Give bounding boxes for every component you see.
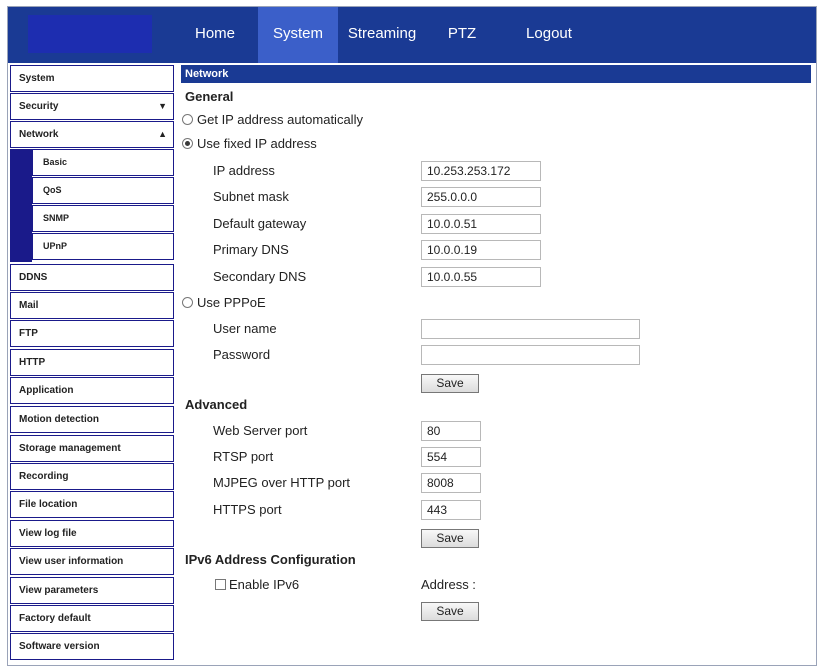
sidebar: System Security ▼ Network ▲ Basic QoS SNMP… [8,65,176,665]
sidebar-subitem-snmp[interactable]: SNMP [32,205,174,232]
https-port-field[interactable]: 443 [421,500,481,520]
pppoe-password-field[interactable] [421,345,640,365]
rtsp-port-field[interactable]: 554 [421,447,481,467]
sidebar-item-label: Recording [19,471,69,482]
sidebar-item-view-user-information[interactable]: View user information [10,548,174,575]
save-ipv6-button[interactable]: Save [421,602,479,621]
tab-system[interactable]: System [258,7,338,63]
sidebar-item-ftp[interactable]: FTP [10,320,174,347]
radio-unchecked-icon [182,297,193,308]
sidebar-subitem-basic[interactable]: Basic [32,149,174,176]
sidebar-subitem-label: QoS [43,185,62,195]
sidebar-item-label: Security [19,101,59,112]
general-heading: General [185,89,234,104]
sidebar-subitem-label: Basic [43,157,68,167]
secondary-dns-field[interactable]: 10.0.0.55 [421,267,541,287]
sidebar-item-label: HTTP [19,357,46,368]
tab-home[interactable]: Home [184,7,246,63]
chevron-down-icon: ▼ [158,101,167,111]
radio-use-pppoe[interactable]: Use PPPoE [182,295,266,310]
sidebar-item-label: View log file [19,528,77,539]
sidebar-subitem-upnp[interactable]: UPnP [32,233,174,260]
web-server-port-label: Web Server port [213,423,308,438]
main-content: Network General Get IP address automatic… [181,65,811,665]
sidebar-item-label: Motion detection [19,414,99,425]
sidebar-item-label: Storage management [19,443,121,454]
sidebar-item-ddns[interactable]: DDNS [10,264,174,291]
save-advanced-button[interactable]: Save [421,529,479,548]
mjpeg-http-port-label: MJPEG over HTTP port [213,475,351,490]
secondary-dns-label: Secondary DNS [213,269,307,284]
sidebar-item-storage-management[interactable]: Storage management [10,435,174,462]
ip-address-label: IP address [213,163,275,178]
sidebar-item-label: Software version [19,641,100,652]
radio-label: Use PPPoE [197,295,266,310]
enable-ipv6-checkbox[interactable]: Enable IPv6 [215,577,299,592]
tab-logout[interactable]: Logout [518,7,580,63]
advanced-heading: Advanced [185,397,248,412]
pppoe-user-name-field[interactable] [421,319,640,339]
sidebar-item-file-location[interactable]: File location [10,491,174,518]
submenu-indent-bar [10,149,32,262]
sidebar-item-http[interactable]: HTTP [10,349,174,376]
default-gateway-field[interactable]: 10.0.0.51 [421,214,541,234]
chevron-up-icon: ▲ [158,129,167,139]
primary-dns-field[interactable]: 10.0.0.19 [421,240,541,260]
sidebar-subitem-label: UPnP [43,241,68,251]
checkbox-unchecked-icon [215,579,226,590]
sidebar-subitem-label: SNMP [43,213,70,223]
sidebar-item-system[interactable]: System [10,65,174,92]
radio-checked-icon [182,138,193,149]
radio-label: Use fixed IP address [197,136,317,151]
sidebar-item-factory-default[interactable]: Factory default [10,605,174,632]
sidebar-item-network[interactable]: Network ▲ [10,121,174,148]
sidebar-item-label: Network [19,129,59,140]
sidebar-item-label: FTP [19,328,38,339]
subnet-mask-label: Subnet mask [213,189,289,204]
sidebar-item-view-parameters[interactable]: View parameters [10,577,174,604]
checkbox-label: Enable IPv6 [229,577,300,592]
sidebar-item-software-version[interactable]: Software version [10,633,174,660]
sidebar-item-motion-detection[interactable]: Motion detection [10,406,174,433]
sidebar-item-label: Factory default [19,613,91,624]
mjpeg-http-port-field[interactable]: 8008 [421,473,481,493]
subnet-mask-field[interactable]: 255.0.0.0 [421,187,541,207]
sidebar-item-security[interactable]: Security ▼ [10,93,174,120]
sidebar-item-recording[interactable]: Recording [10,463,174,490]
app-frame: Home System Streaming PTZ Logout System … [7,6,817,666]
save-general-button[interactable]: Save [421,374,479,393]
sidebar-item-label: Application [19,385,74,396]
user-name-label: User name [213,321,277,336]
sidebar-item-application[interactable]: Application [10,377,174,404]
radio-get-ip-automatically[interactable]: Get IP address automatically [182,112,363,127]
sidebar-item-label: Mail [19,300,39,311]
radio-unchecked-icon [182,114,193,125]
sidebar-item-label: File location [19,499,78,510]
https-port-label: HTTPS port [213,502,282,517]
password-label: Password [213,347,271,362]
sidebar-item-label: View parameters [19,585,99,596]
radio-use-fixed-ip[interactable]: Use fixed IP address [182,136,317,151]
web-server-port-field[interactable]: 80 [421,421,481,441]
ipv6-address-label: Address : [421,577,476,592]
ip-address-field[interactable]: 10.253.253.172 [421,161,541,181]
sidebar-item-view-log-file[interactable]: View log file [10,520,174,547]
sidebar-item-label: View user information [19,556,124,567]
tab-ptz[interactable]: PTZ [440,7,484,63]
sidebar-subitem-qos[interactable]: QoS [32,177,174,204]
ipv6-heading: IPv6 Address Configuration [185,552,356,567]
radio-label: Get IP address automatically [197,112,363,127]
default-gateway-label: Default gateway [213,216,307,231]
top-nav-bar: Home System Streaming PTZ Logout [8,7,816,63]
sidebar-item-mail[interactable]: Mail [10,292,174,319]
primary-dns-label: Primary DNS [213,242,289,257]
sidebar-item-label: System [19,73,55,84]
section-title: Network [181,65,811,83]
logo [28,15,152,53]
rtsp-port-label: RTSP port [213,449,274,464]
tab-streaming[interactable]: Streaming [342,7,422,63]
sidebar-item-label: DDNS [19,272,48,283]
